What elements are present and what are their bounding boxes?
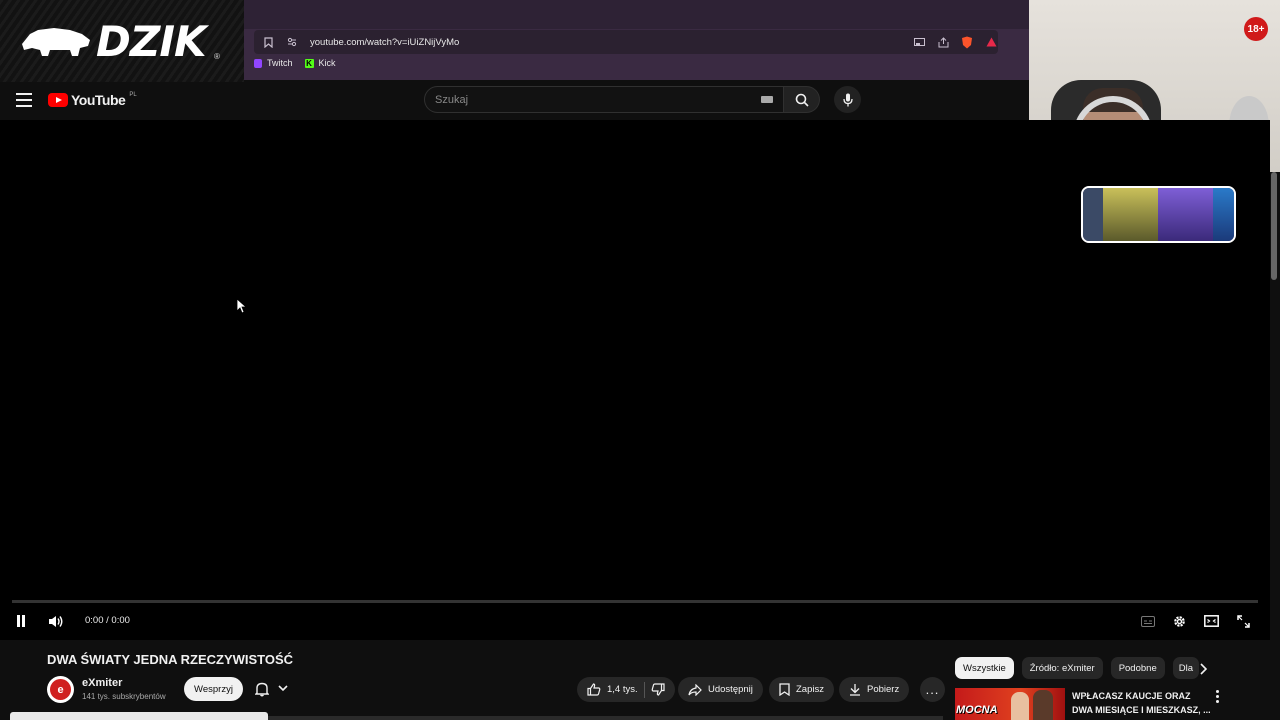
thumbs-up-icon <box>587 683 601 696</box>
share-button[interactable]: Udostępnij <box>678 677 763 702</box>
filter-chips: Wszystkie Źródło: eXmiter Podobne Dla <box>955 657 1199 679</box>
fullscreen-icon <box>1236 614 1250 628</box>
bookmark-twitch[interactable]: Twitch <box>254 58 293 68</box>
download-label: Pobierz <box>867 684 900 695</box>
share-label: Udostępnij <box>708 684 753 695</box>
age-rating-badge: 18+ <box>1244 17 1268 41</box>
search-box <box>424 86 784 113</box>
chip-related[interactable]: Podobne <box>1110 657 1165 679</box>
address-bar[interactable]: youtube.com/watch?v=iUiZNijVyMo <box>254 30 998 54</box>
skin-preview-card <box>1081 186 1236 243</box>
subtitles-icon <box>1141 615 1155 627</box>
volume-icon <box>49 615 63 627</box>
bookmark-twitch-label: Twitch <box>267 58 293 68</box>
fullscreen-button[interactable] <box>1234 608 1252 634</box>
dzik-logo-text: DZIK <box>96 17 206 66</box>
url-text: youtube.com/watch?v=iUiZNijVyMo <box>310 36 460 48</box>
tab-strip <box>244 0 1029 29</box>
share-arrow-icon <box>688 683 702 696</box>
address-bar-actions <box>911 34 999 50</box>
chip-for-you[interactable]: Dla <box>1172 657 1199 679</box>
chevron-down-icon[interactable] <box>278 684 288 692</box>
download-button[interactable]: Pobierz <box>839 677 910 702</box>
dzik-logo-overlay: DZIK ® <box>0 0 244 82</box>
pause-button[interactable] <box>12 608 30 634</box>
kebab-menu-icon[interactable] <box>1214 690 1220 703</box>
save-label: Zapisz <box>796 684 824 695</box>
video-progress-bar[interactable] <box>12 600 1258 603</box>
theater-mode-button[interactable] <box>1202 608 1220 634</box>
microphone-icon <box>842 93 853 106</box>
region-code: PL <box>129 92 137 98</box>
save-button[interactable]: Zapisz <box>769 677 834 702</box>
search-button[interactable] <box>784 86 820 113</box>
support-button[interactable]: Wesprzyj <box>184 677 243 701</box>
channel-avatar[interactable]: e <box>47 676 74 703</box>
chevron-right-icon[interactable] <box>1199 663 1207 675</box>
video-player[interactable] <box>0 120 1270 640</box>
video-title: DWA ŚWIATY JEDNA RZECZYWISTOŚĆ <box>47 652 294 667</box>
hamburger-menu-icon[interactable] <box>16 93 32 107</box>
like-button[interactable]: 1,4 tys. <box>587 683 638 696</box>
divider <box>643 681 645 698</box>
time-display: 0:00 / 0:00 <box>85 615 130 626</box>
player-controls: 0:00 / 0:00 <box>0 608 1270 634</box>
description-divider <box>268 716 943 720</box>
chip-all[interactable]: Wszystkie <box>955 657 1014 679</box>
like-count: 1,4 tys. <box>607 684 638 695</box>
download-icon <box>850 684 860 696</box>
subtitles-button[interactable] <box>1139 608 1157 634</box>
save-bookmark-icon <box>779 683 790 696</box>
bookmark-icon[interactable] <box>260 34 276 50</box>
description-box-edge <box>10 712 268 720</box>
thumbs-down-icon <box>651 683 665 696</box>
recommended-video-title[interactable]: WPŁACASZ KAUCJE ORAZ DWA MIESIĄCE I MIES… <box>1072 689 1212 717</box>
channel-name[interactable]: eXmiter <box>82 677 122 689</box>
share-icon[interactable] <box>935 34 951 50</box>
brave-rewards-icon[interactable] <box>983 34 999 50</box>
pause-icon <box>17 615 25 627</box>
dislike-button[interactable] <box>651 683 665 696</box>
youtube-play-icon <box>48 93 68 107</box>
more-actions-button[interactable]: ... <box>920 677 945 702</box>
cast-icon[interactable] <box>911 34 927 50</box>
youtube-logo[interactable]: YouTube PL <box>48 92 137 108</box>
keyboard-icon[interactable] <box>761 96 773 103</box>
gear-icon <box>1173 615 1185 627</box>
screen: DZIK ® youtube.com/watch?v=iUiZNijVyMo T… <box>0 0 1280 720</box>
boar-icon <box>22 28 90 56</box>
chip-from-channel[interactable]: Źródło: eXmiter <box>1021 657 1103 679</box>
recommended-video-thumbnail[interactable]: MOCNA <box>955 688 1065 720</box>
search-icon <box>795 93 809 107</box>
settings-button[interactable] <box>1170 608 1188 634</box>
kick-icon: K <box>304 58 314 68</box>
search-input[interactable] <box>435 93 735 106</box>
subscriber-count: 141 tys. subskrybentów <box>82 692 166 701</box>
registered-mark: ® <box>214 52 220 61</box>
channel-avatar-letter: e <box>50 679 71 700</box>
bookmark-kick[interactable]: K Kick <box>304 58 336 68</box>
voice-search-button[interactable] <box>834 86 861 113</box>
site-settings-icon[interactable] <box>284 34 300 50</box>
youtube-wordmark: YouTube <box>71 92 126 108</box>
twitch-icon <box>254 58 262 68</box>
bookmark-kick-label: Kick <box>318 58 336 68</box>
theater-mode-icon <box>1203 615 1219 627</box>
bookmarks-bar: Twitch K Kick <box>254 58 336 68</box>
volume-button[interactable] <box>46 608 66 634</box>
notification-bell-icon[interactable] <box>255 681 269 697</box>
brave-shield-icon[interactable] <box>959 34 975 50</box>
like-dislike-group: 1,4 tys. <box>577 677 675 702</box>
thumbnail-caption: MOCNA <box>956 704 998 716</box>
mouse-cursor-icon <box>236 298 246 314</box>
page-scrollbar[interactable] <box>1271 172 1277 280</box>
browser-chrome: youtube.com/watch?v=iUiZNijVyMo Twitch K <box>244 0 1029 80</box>
